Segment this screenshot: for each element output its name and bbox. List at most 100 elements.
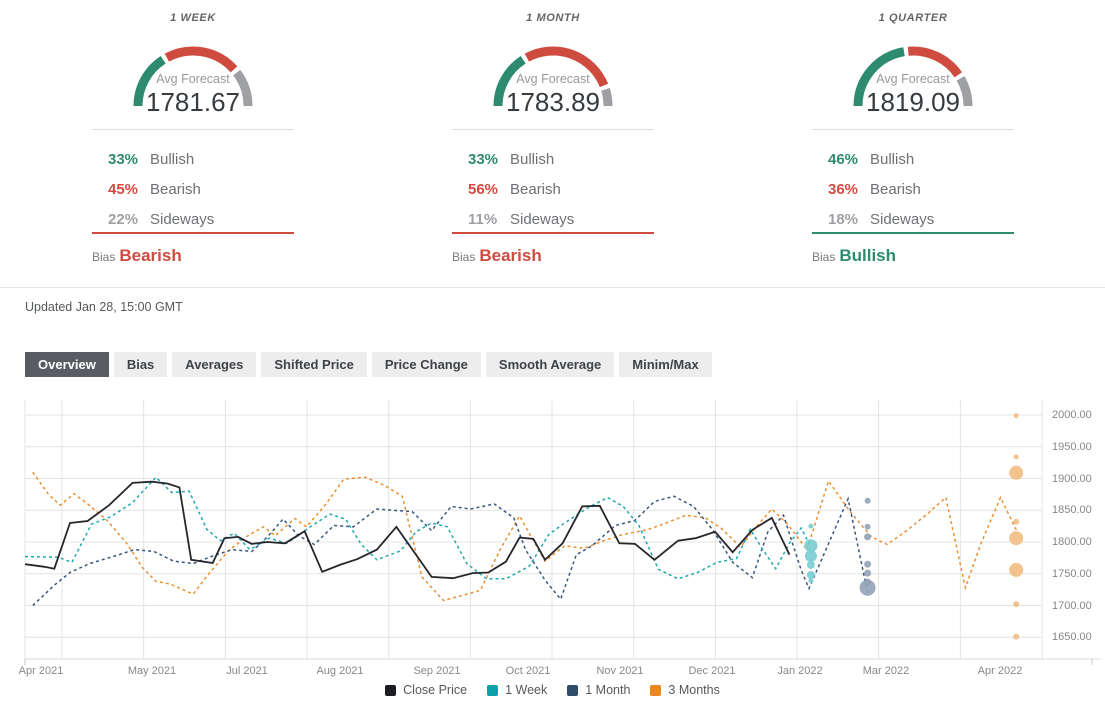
x-tick-label: Jul 2021 [226, 665, 268, 677]
bias-underline [812, 232, 1014, 234]
card-separator [812, 129, 1014, 130]
section-divider [0, 287, 1105, 288]
sideways-percent: 22% [108, 210, 139, 228]
avg-forecast-value: 1783.89 [506, 87, 600, 117]
bullish-label: Bullish [870, 150, 915, 168]
tab-overview[interactable]: Overview [25, 352, 109, 377]
bullish-percent: 33% [468, 150, 499, 168]
x-tick-label: Apr 2021 [18, 665, 64, 677]
sideways-label: Sideways [150, 210, 215, 228]
tab-shifted-price[interactable]: Shifted Price [261, 352, 367, 377]
sideways-row: 22% Sideways [108, 204, 214, 234]
forecast-poll-widget: 1 WEEK Avg Forecast 1781.67 33% Bullish 4… [0, 0, 1105, 720]
tab-smooth-average[interactable]: Smooth Average [485, 352, 615, 377]
gauge-1-quarter: Avg Forecast 1819.09 [838, 34, 988, 117]
forecast-dot-3-months [1013, 413, 1019, 419]
forecast-dot-3-months [1009, 562, 1024, 577]
legend-swatch [567, 684, 579, 696]
card-period-title: 1 WEEK [170, 12, 216, 24]
forecast-dot-1-month [864, 560, 872, 568]
forecast-dot-3-months [1013, 518, 1020, 525]
x-tick-label: Sep 2021 [413, 665, 461, 677]
chart-tabbar: Overview Bias Averages Shifted Price Pri… [25, 352, 712, 377]
legend-item-1-month[interactable]: 1 Month [567, 683, 630, 697]
x-tick-label: Jan 2022 [777, 665, 823, 677]
forecast-dot-1-week [804, 550, 817, 562]
forecast-dot-3-months [1009, 465, 1024, 480]
legend-swatch [650, 684, 662, 696]
x-tick-label: Dec 2021 [688, 665, 736, 677]
card-separator [452, 129, 654, 130]
sideways-percent: 18% [828, 210, 859, 228]
bias-value: Bearish [479, 246, 542, 265]
y-tick-label: 2000.00 [1052, 409, 1092, 421]
bias-value: Bullish [839, 246, 897, 265]
sideways-percent: 11% [468, 210, 498, 228]
bullish-row: 46% Bullish [828, 144, 934, 174]
legend-swatch [487, 684, 499, 696]
bullish-row: 33% Bullish [468, 144, 574, 174]
bearish-label: Bearish [870, 180, 921, 198]
legend-swatch [385, 684, 397, 696]
avg-forecast-value: 1819.09 [866, 87, 960, 117]
bias-underline [452, 232, 654, 234]
forecast-chart: Apr 2021 May 2021 Jul 2021 Aug 2021 Sep 2021… [0, 395, 1105, 715]
bearish-label: Bearish [150, 180, 201, 198]
bullish-percent: 46% [828, 150, 859, 168]
tab-price-change[interactable]: Price Change [371, 352, 481, 377]
forecast-dot-1-month [859, 579, 876, 596]
legend-item-close-price[interactable]: Close Price [385, 683, 467, 697]
x-tick-label: Mar 2022 [862, 665, 910, 677]
bias-row: Bias Bullish [812, 246, 896, 266]
gauge-segment [164, 46, 238, 73]
bearish-percent: 56% [468, 180, 499, 198]
forecast-dot-1-week [806, 571, 815, 579]
tab-minim-max[interactable]: Minim/Max [619, 352, 712, 377]
bearish-row: 45% Bearish [108, 174, 214, 204]
forecast-dot-1-month [864, 497, 871, 504]
forecast-card-1-week: 1 WEEK Avg Forecast 1781.67 33% Bullish 4… [92, 8, 294, 270]
forecast-dot-3-months [1013, 454, 1019, 460]
sideways-row: 11% Sideways [468, 204, 574, 234]
y-tick-label: 1900.00 [1052, 472, 1092, 485]
bias-value: Bearish [119, 246, 182, 265]
tab-bias[interactable]: Bias [113, 352, 168, 377]
forecast-dot-1-month [864, 569, 872, 577]
legend-item-1-week[interactable]: 1 Week [487, 683, 547, 697]
sideways-label: Sideways [510, 210, 575, 228]
legend-label: 3 Months [668, 683, 720, 697]
x-tick-label: Nov 2021 [596, 665, 644, 677]
series-line-1-week [24, 476, 812, 580]
forecast-dot-3-months [1013, 601, 1020, 608]
forecast-dot-1-week [808, 523, 814, 529]
bearish-row: 56% Bearish [468, 174, 574, 204]
x-tick-label: Oct 2021 [505, 665, 551, 677]
legend-item-3-months[interactable]: 3 Months [650, 683, 720, 697]
avg-forecast-label: Avg Forecast [876, 72, 950, 86]
bias-label: Bias [812, 250, 836, 264]
forecast-dot-3-months [1009, 531, 1024, 546]
bias-row: Bias Bearish [92, 246, 182, 266]
chart-legend: Close Price 1 Week 1 Month 3 Months [0, 683, 1105, 697]
forecast-dot-1-month [864, 523, 871, 530]
y-tick-label: 1650.00 [1052, 631, 1092, 644]
forecast-card-1-month: 1 MONTH Avg Forecast 1783.89 33% Bullish … [452, 8, 654, 270]
forecast-dot-1-week [808, 578, 814, 584]
updated-timestamp: Updated Jan 28, 15:00 GMT [25, 300, 183, 314]
chart-plot-area [24, 400, 1100, 665]
bias-row: Bias Bearish [452, 246, 542, 266]
tab-averages[interactable]: Averages [172, 352, 257, 377]
y-tick-label: 1750.00 [1052, 567, 1092, 580]
y-tick-label: 1850.00 [1052, 504, 1092, 517]
y-tick-label: 1800.00 [1052, 536, 1092, 548]
avg-forecast-value: 1781.67 [146, 87, 240, 117]
forecast-card-1-quarter: 1 QUARTER Avg Forecast 1819.09 46% Bullis… [812, 8, 1014, 270]
bullish-percent: 33% [108, 150, 139, 168]
sideways-row: 18% Sideways [828, 204, 934, 234]
x-tick-label: May 2021 [127, 665, 177, 677]
bullish-label: Bullish [150, 150, 195, 168]
x-tick-label: Aug 2021 [316, 665, 364, 677]
avg-forecast-label: Avg Forecast [156, 72, 230, 86]
x-tick-label: Apr 2022 [977, 665, 1023, 677]
avg-forecast-label: Avg Forecast [516, 72, 590, 86]
